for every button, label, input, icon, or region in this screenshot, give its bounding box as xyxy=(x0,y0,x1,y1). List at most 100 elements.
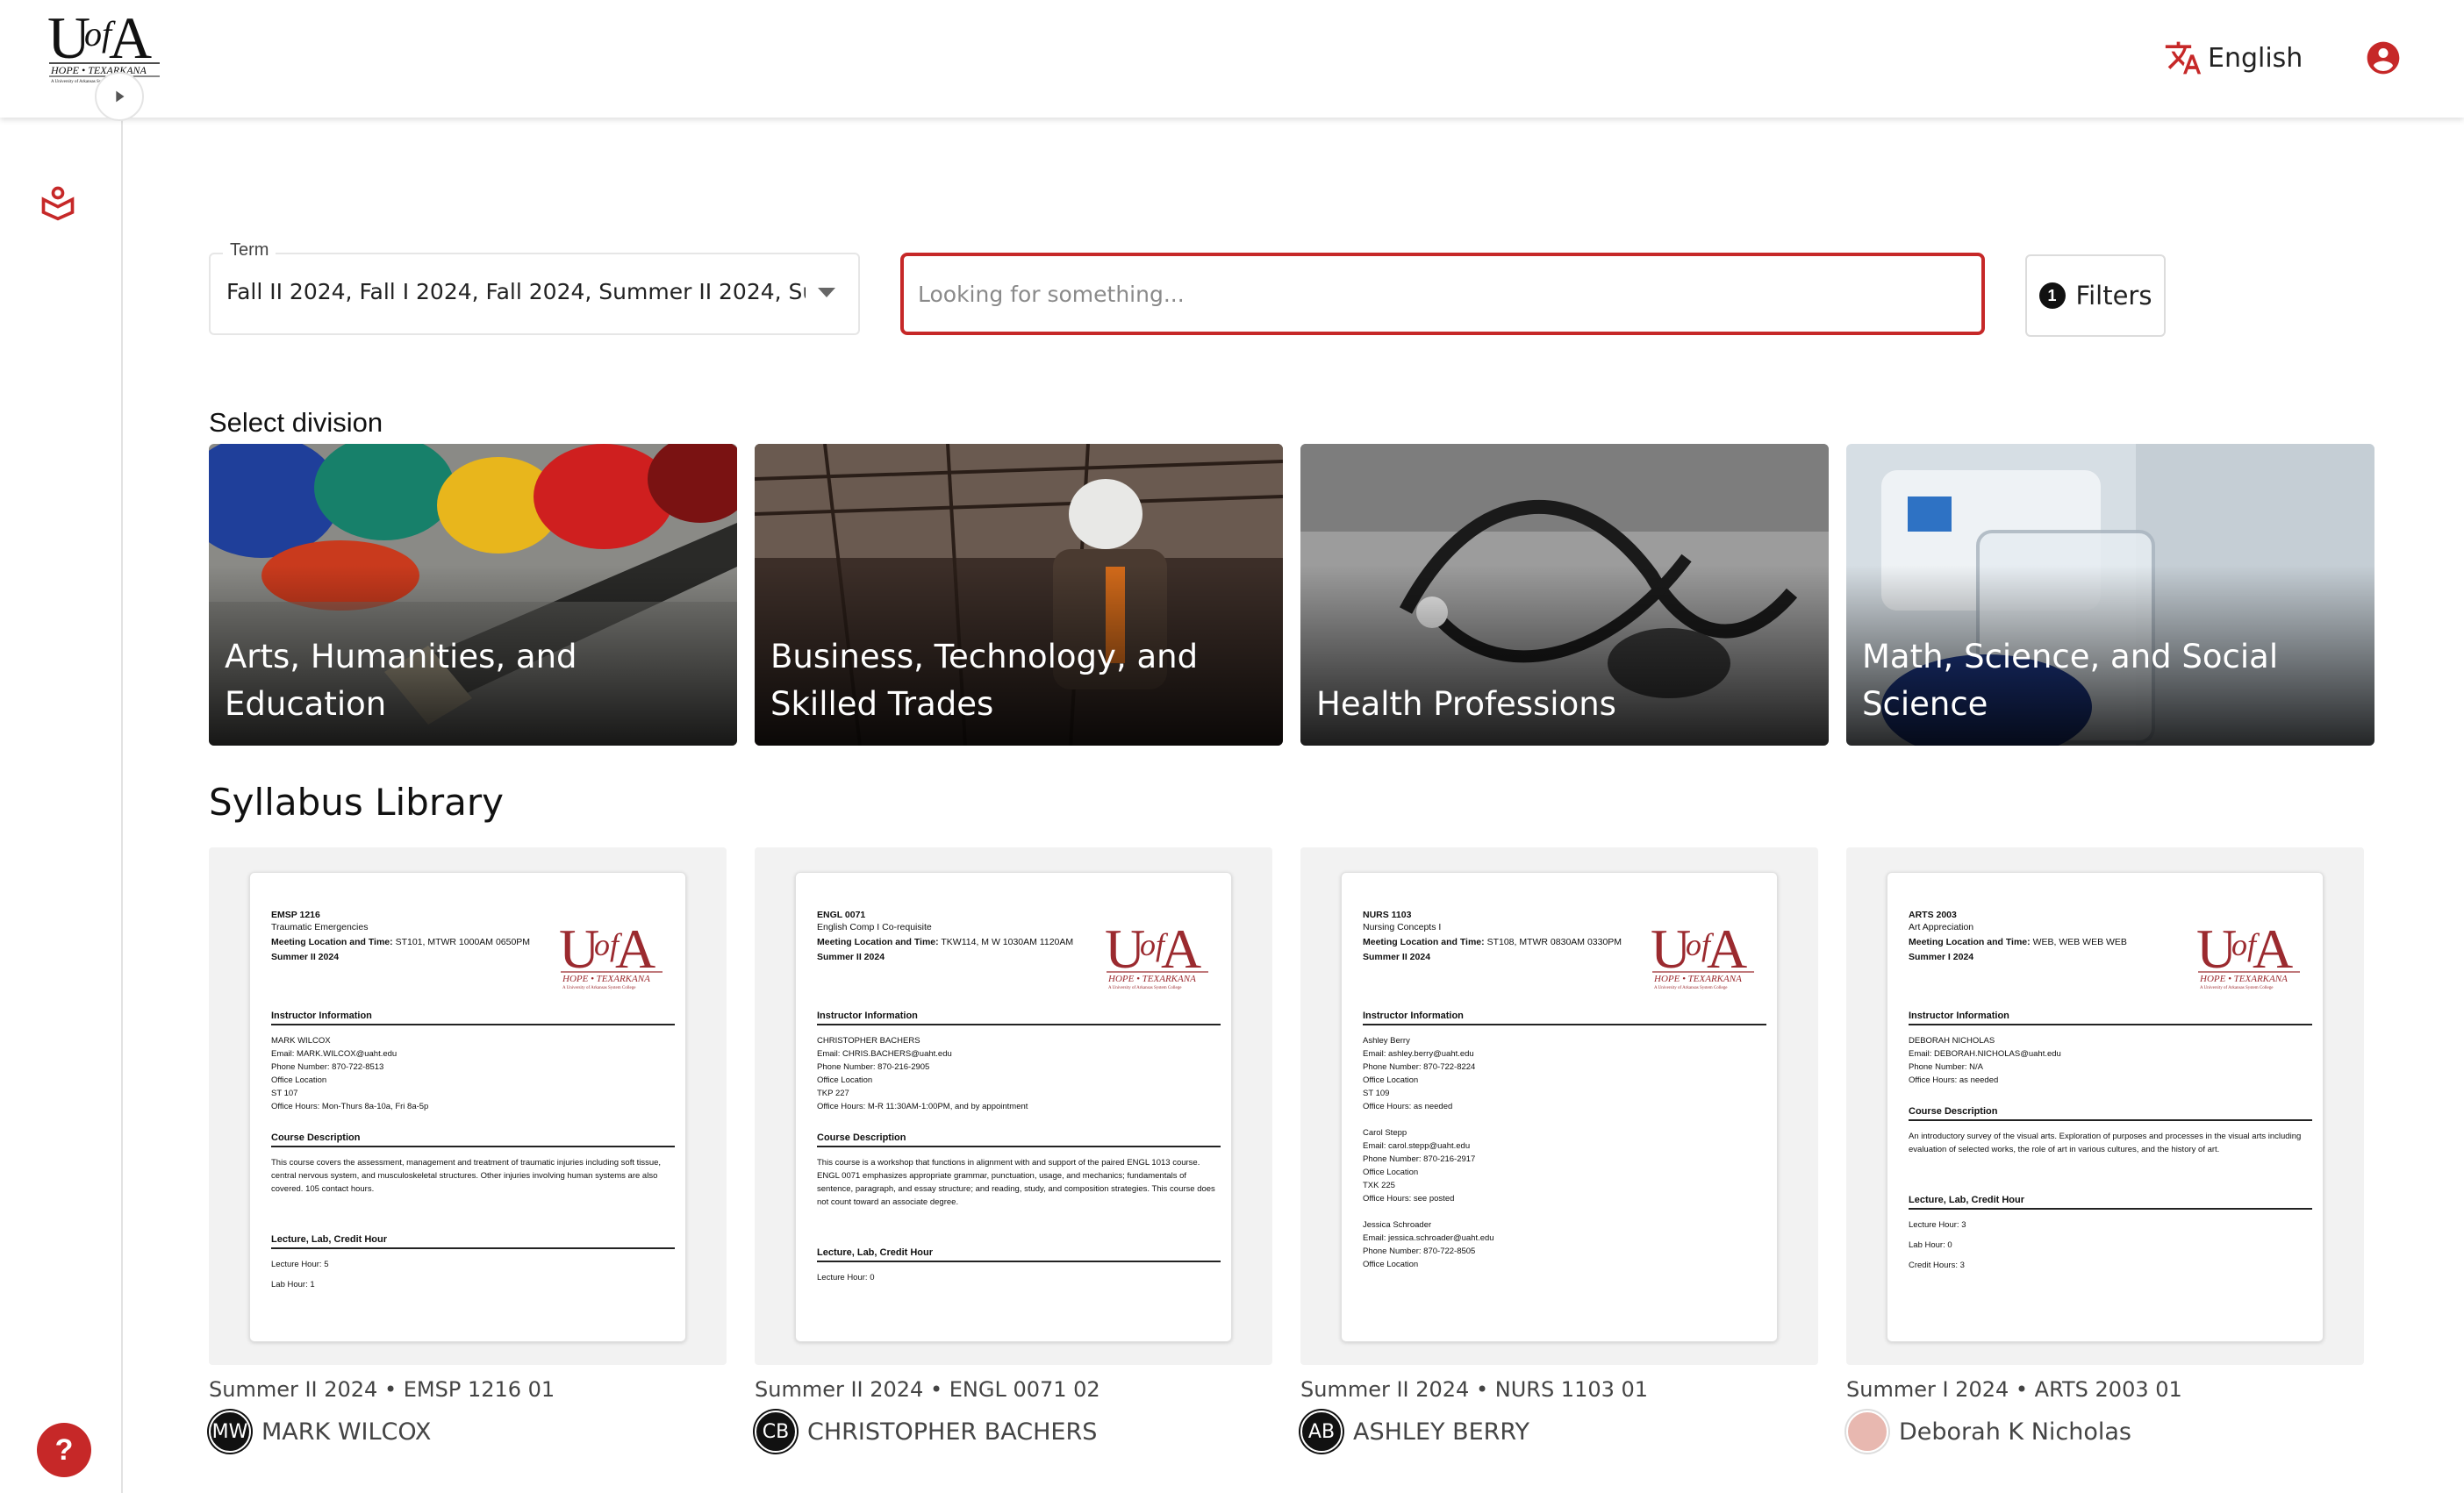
doc-instructor-line: ST 109 xyxy=(1363,1089,1390,1098)
doc-hours-line: Lecture Hour: 5 xyxy=(271,1260,329,1269)
doc-instructor-line: Carol Stepp xyxy=(1363,1128,1407,1138)
svg-text:A: A xyxy=(1707,918,1747,980)
svg-text:A University of Arkansas Syste: A University of Arkansas System College xyxy=(562,986,636,990)
doc-description: This course is a workshop that functions… xyxy=(817,1158,1215,1207)
ua-logo-red: U of A HOPE • TEXARKANA A University of … xyxy=(1105,918,1208,990)
doc-instructor-line: TKP 227 xyxy=(817,1089,849,1098)
doc-instructor-line: ST 107 xyxy=(271,1089,298,1098)
syllabus-thumbnail[interactable]: U of A HOPE • TEXARKANA A University of … xyxy=(755,847,1272,1365)
doc-hours-lines: Lecture Hour: 5 Lab Hour: 1 xyxy=(271,1258,670,1291)
avatar: AB xyxy=(1300,1411,1343,1453)
library-book-icon[interactable] xyxy=(39,182,77,223)
doc-meeting-label: Meeting Location and Time: xyxy=(1909,937,2031,947)
syllabus-author[interactable]: MW MARK WILCOX xyxy=(209,1411,727,1453)
doc-instructor-line: Office Location xyxy=(817,1075,873,1085)
division-card-business[interactable]: Business, Technology, and Skilled Trades xyxy=(755,444,1283,746)
language-selector[interactable]: English xyxy=(2164,37,2303,79)
doc-instructor-line xyxy=(1363,1205,1761,1218)
doc-instructor-heading: Instructor Information xyxy=(817,1011,1221,1025)
doc-instructor-line: Office Location xyxy=(271,1075,327,1085)
doc-instructor-lines: DEBORAH NICHOLAS Email: DEBORAH.NICHOLAS@… xyxy=(1909,1034,2307,1087)
syllabus-author[interactable]: AB ASHLEY BERRY xyxy=(1300,1411,1818,1453)
syllabus-document-preview: U of A HOPE • TEXARKANA A University of … xyxy=(795,872,1232,1342)
svg-text:HOPE • TEXARKANA: HOPE • TEXARKANA xyxy=(2199,974,2288,984)
author-name: MARK WILCOX xyxy=(261,1418,432,1446)
doc-instructor-line: Office Hours: M-R 11:30AM-1:00PM, and by… xyxy=(817,1102,1028,1111)
doc-description: An introductory survey of the visual art… xyxy=(1909,1132,2302,1154)
term-select[interactable]: Term Fall II 2024, Fall I 2024, Fall 202… xyxy=(209,240,860,335)
doc-hours-lines: Lecture Hour: 3 Lab Hour: 0 Credit Hours: … xyxy=(1909,1218,2307,1272)
doc-hours-heading: Lecture, Lab, Credit Hour xyxy=(271,1234,675,1249)
division-label: Health Professions xyxy=(1316,685,1616,723)
syllabus-thumbnail[interactable]: U of A HOPE • TEXARKANA A University of … xyxy=(1300,847,1818,1365)
doc-instructor-lines: MARK WILCOX Email: MARK.WILCOX@uaht.edu Ph… xyxy=(271,1034,670,1113)
doc-instructor-line: Office Location xyxy=(1363,1075,1419,1085)
doc-instructor-heading: Instructor Information xyxy=(271,1011,675,1025)
doc-instructor-line: Phone Number: N/A xyxy=(1909,1062,1984,1072)
svg-text:HOPE • TEXARKANA: HOPE • TEXARKANA xyxy=(562,974,650,984)
doc-instructor-line: Jessica Schroader xyxy=(1363,1220,1432,1230)
doc-instructor-heading: Instructor Information xyxy=(1363,1011,1766,1025)
svg-text:A: A xyxy=(109,4,152,71)
account-icon[interactable] xyxy=(2364,39,2403,77)
doc-hours-line: Lab Hour: 0 xyxy=(1909,1240,1952,1250)
svg-text:A: A xyxy=(2253,918,2293,980)
division-card-health[interactable]: Health Professions xyxy=(1300,444,1829,746)
doc-meeting: WEB, WEB WEB WEB xyxy=(2032,937,2127,947)
doc-meeting: ST108, MTWR 0830AM 0330PM xyxy=(1486,937,1622,947)
doc-instructor-line: Phone Number: 870-722-8505 xyxy=(1363,1247,1476,1256)
filters-button[interactable]: 1 Filters xyxy=(2025,254,2166,337)
syllabus-document-preview: U of A HOPE • TEXARKANA A University of … xyxy=(249,872,686,1342)
doc-description-heading: Course Description xyxy=(271,1132,675,1147)
doc-hours-line: Lab Hour: 1 xyxy=(271,1280,315,1289)
svg-text:HOPE • TEXARKANA: HOPE • TEXARKANA xyxy=(1653,974,1742,984)
syllabus-card: U of A HOPE • TEXARKANA A University of … xyxy=(755,847,1272,1453)
doc-instructor-line: Email: DEBORAH.NICHOLAS@uaht.edu xyxy=(1909,1049,2061,1059)
doc-course-code: ARTS 2003 xyxy=(1909,910,1957,920)
doc-instructor-line: Office Hours: as needed xyxy=(1363,1102,1453,1111)
doc-hours-heading: Lecture, Lab, Credit Hour xyxy=(1909,1195,2312,1210)
doc-term: Summer II 2024 xyxy=(817,952,885,962)
ua-logo-red: U of A HOPE • TEXARKANA A University of … xyxy=(2196,918,2300,990)
doc-instructor-line: Phone Number: 870-216-2905 xyxy=(817,1062,930,1072)
division-card-math-science[interactable]: Math, Science, and Social Science xyxy=(1846,444,2374,746)
search-input[interactable] xyxy=(900,253,1985,335)
doc-instructor-line: Phone Number: 870-722-8224 xyxy=(1363,1062,1476,1072)
doc-term: Summer II 2024 xyxy=(1363,952,1431,962)
doc-term: Summer I 2024 xyxy=(1909,952,1974,962)
sidebar xyxy=(0,118,123,1493)
doc-meeting-label: Meeting Location and Time: xyxy=(817,937,939,947)
author-name: CHRISTOPHER BACHERS xyxy=(807,1418,1098,1446)
division-card-arts[interactable]: Arts, Humanities, and Education xyxy=(209,444,737,746)
author-name: ASHLEY BERRY xyxy=(1353,1418,1529,1446)
doc-course-title: Nursing Concepts I xyxy=(1363,922,1442,932)
syllabus-thumbnail[interactable]: U of A HOPE • TEXARKANA A University of … xyxy=(1846,847,2364,1365)
term-value: Fall II 2024, Fall I 2024, Fall 2024, Su… xyxy=(226,279,806,304)
doc-instructor-heading: Instructor Information xyxy=(1909,1011,2312,1025)
ua-hope-texarkana-logo[interactable]: U of A HOPE • TEXARKANA A University of … xyxy=(46,4,163,84)
doc-instructor-line: Email: CHRIS.BACHERS@uaht.edu xyxy=(817,1049,952,1059)
division-grid: Arts, Humanities, and Education Business… xyxy=(209,444,2378,746)
help-button[interactable]: ? xyxy=(37,1423,91,1477)
doc-meeting: TKW114, M W 1030AM 1120AM xyxy=(941,937,1074,947)
doc-instructor-line: Ashley Berry xyxy=(1363,1036,1410,1046)
svg-text:A: A xyxy=(1161,918,1201,980)
svg-text:HOPE • TEXARKANA: HOPE • TEXARKANA xyxy=(50,64,147,76)
doc-meeting-label: Meeting Location and Time: xyxy=(271,937,393,947)
syllabus-thumbnail[interactable]: U of A HOPE • TEXARKANA A University of … xyxy=(209,847,727,1365)
doc-instructor-line: Email: ashley.berry@uaht.edu xyxy=(1363,1049,1474,1059)
syllabus-card: U of A HOPE • TEXARKANA A University of … xyxy=(1846,847,2364,1453)
ua-logo-red: U of A HOPE • TEXARKANA A University of … xyxy=(559,918,663,990)
svg-text:A University of Arkansas Syste: A University of Arkansas System College xyxy=(1108,986,1182,990)
syllabus-author[interactable]: Deborah K Nicholas xyxy=(1846,1411,2364,1453)
doc-instructor-lines: Ashley Berry Email: ashley.berry@uaht.edu… xyxy=(1363,1034,1761,1271)
syllabus-meta: Summer II 2024 • EMSP 1216 01 xyxy=(209,1377,555,1402)
doc-instructor-line: Email: MARK.WILCOX@uaht.edu xyxy=(271,1049,398,1059)
doc-course-title: Art Appreciation xyxy=(1909,922,1974,932)
sidebar-toggle-button[interactable] xyxy=(95,72,144,121)
syllabus-author[interactable]: CB CHRISTOPHER BACHERS xyxy=(755,1411,1272,1453)
division-label: Math, Science, and Social Science xyxy=(1862,638,2279,723)
doc-instructor-line: Phone Number: 870-216-2917 xyxy=(1363,1154,1476,1164)
doc-course-title: English Comp I Co-requisite xyxy=(817,922,932,932)
doc-instructor-lines: CHRISTOPHER BACHERS Email: CHRIS.BACHERS@… xyxy=(817,1034,1215,1113)
